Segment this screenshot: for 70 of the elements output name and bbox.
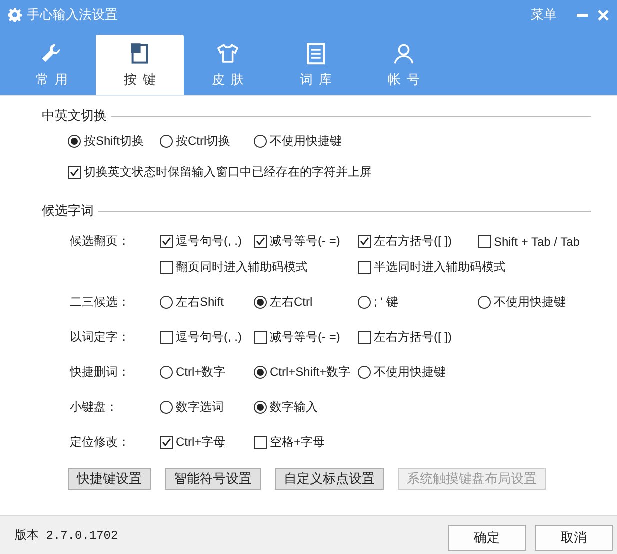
section-title: 中英文切换 [42, 107, 107, 125]
minimize-icon[interactable] [577, 14, 588, 16]
option-label: 切换英文状态时保留输入窗口中已经存在的字符并上屏 [84, 164, 372, 181]
option-label: 左右Ctrl [270, 294, 313, 311]
checkbox[interactable] [160, 235, 173, 248]
row-label: 二三候选： [70, 294, 131, 311]
user-icon [392, 42, 416, 66]
checkbox[interactable] [478, 235, 491, 248]
option-label: 不使用快捷键 [270, 133, 342, 150]
radio-button[interactable] [358, 366, 371, 379]
radio-button[interactable] [254, 366, 267, 379]
section-title: 候选字词 [42, 202, 94, 220]
option-label: Shift + Tab / Tab [494, 234, 580, 248]
radio-button[interactable] [478, 296, 491, 309]
checkbox[interactable] [160, 261, 173, 274]
radio-button[interactable] [254, 401, 267, 414]
radio-button[interactable] [68, 135, 81, 148]
radio-button[interactable] [160, 135, 173, 148]
row-label: 小键盘： [70, 399, 119, 416]
option-label: 按Ctrl切换 [176, 133, 231, 150]
checkbox[interactable] [254, 331, 267, 344]
shirt-icon [216, 42, 240, 66]
radio-button[interactable] [160, 401, 173, 414]
option-label: 半选同时进入辅助码模式 [374, 259, 506, 276]
checkbox[interactable] [358, 261, 371, 274]
settings-button[interactable]: 快捷键设置 [68, 468, 151, 490]
option-label: 按Shift切换 [84, 133, 144, 150]
row-label: 候选翻页： [70, 233, 131, 250]
option-label: 数字输入 [270, 399, 318, 416]
close-icon[interactable] [598, 10, 609, 20]
radio-button[interactable] [254, 296, 267, 309]
checkbox[interactable] [160, 436, 173, 449]
option-label: Ctrl+Shift+数字 [270, 364, 351, 381]
radio-button[interactable] [160, 296, 173, 309]
option-label: Ctrl+数字 [176, 364, 226, 381]
document-icon [304, 42, 328, 66]
settings-button[interactable]: 自定义标点设置 [275, 468, 384, 490]
radio-button[interactable] [254, 135, 267, 148]
radio-button[interactable] [160, 366, 173, 379]
radio-button[interactable] [358, 296, 371, 309]
row-label: 以词定字： [70, 329, 131, 346]
option-label: Ctrl+字母 [176, 434, 226, 451]
option-label: 逗号句号(, .) [176, 233, 242, 250]
option-label: 左右方括号([ ]) [374, 233, 452, 250]
cancel-button[interactable]: 取消 [535, 525, 613, 551]
window-title: 手心输入法设置 [27, 6, 119, 24]
ok-button[interactable]: 确定 [448, 525, 526, 551]
checkbox[interactable] [254, 235, 267, 248]
option-label: 不使用快捷键 [494, 294, 566, 311]
row-label: 定位修改： [70, 434, 131, 451]
checkbox[interactable] [160, 331, 173, 344]
checkbox[interactable] [68, 166, 81, 179]
option-label: 左右方括号([ ]) [374, 329, 452, 346]
checkbox[interactable] [358, 331, 371, 344]
version-text: 版本 2.7.0.1702 [15, 528, 120, 544]
gear-icon [8, 8, 22, 22]
option-label: 数字选词 [176, 399, 224, 416]
option-label: 翻页同时进入辅助码模式 [176, 259, 308, 276]
tab[interactable]: 按键 [96, 35, 184, 95]
checkbox[interactable] [358, 235, 371, 248]
row-label: 快捷删词： [70, 364, 131, 381]
checkbox[interactable] [254, 436, 267, 449]
option-label: 减号等号(- =) [270, 329, 340, 346]
option-label: 逗号句号(, .) [176, 329, 242, 346]
option-label: 空格+字母 [270, 434, 326, 451]
option-label: 减号等号(- =) [270, 233, 340, 250]
option-label: 左右Shift [176, 294, 224, 311]
option-label: ; ' 键 [374, 294, 398, 311]
settings-button[interactable]: 智能符号设置 [165, 468, 261, 490]
option-label: 不使用快捷键 [374, 364, 446, 381]
